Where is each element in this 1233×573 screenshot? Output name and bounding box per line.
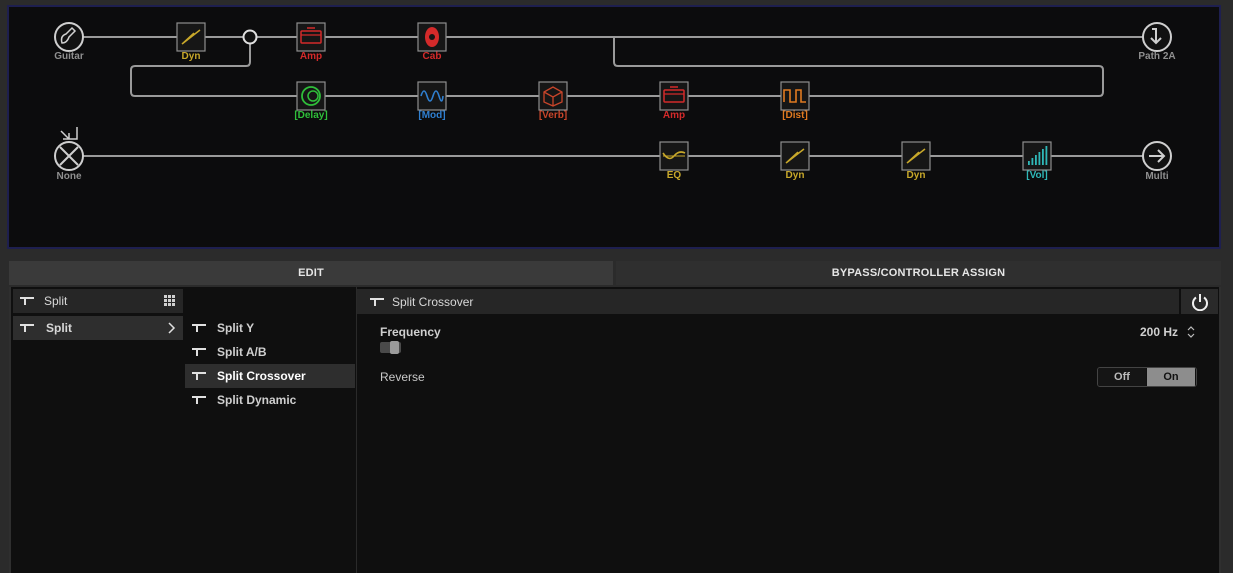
split-icon [20,297,34,305]
split-icon [192,372,206,380]
split-icon [370,298,384,306]
category-column: Split Split [13,289,183,573]
reverse-on-option[interactable]: On [1147,368,1195,386]
edit-tabs: EDIT BYPASS/CONTROLLER ASSIGN [9,261,1221,285]
output-multi-label: Multi [1145,171,1169,182]
block-label: Amp [299,51,323,62]
category-item-label: Split [46,321,72,335]
model-item-label: Split Y [217,321,255,335]
split-icon [192,396,206,404]
block-reverb[interactable] [538,81,568,111]
reverse-label: Reverse [380,370,425,384]
frequency-value[interactable]: 200 Hz [1140,325,1178,339]
block-amp[interactable] [659,81,689,111]
block-label: EQ [666,170,682,181]
power-button[interactable] [1181,289,1218,314]
signal-chain: Guitar Path 2A None Multi Dyn Amp Cab [Dela… [7,5,1221,249]
tab-bypass-controller-assign[interactable]: BYPASS/CONTROLLER ASSIGN [616,261,1221,285]
block-label: [Vol] [1026,170,1048,181]
reverse-toggle[interactable]: Off On [1097,367,1197,387]
model-item-label: Split Crossover [217,369,306,383]
block-dynamics[interactable] [901,141,931,171]
block-label: [Delay] [294,110,328,121]
model-list: Split Y Split A/B Split Crossover Split … [185,287,355,573]
signal-chain-graph [54,22,1172,171]
chevron-right-icon [168,322,176,334]
block-dynamics[interactable] [176,22,206,52]
block-label: Amp [662,110,686,121]
block-label: [Verb] [538,110,568,121]
category-header-label: Split [44,294,68,308]
output-multi[interactable] [1142,141,1172,171]
tab-edit[interactable]: EDIT [9,261,613,285]
block-delay[interactable] [296,81,326,111]
block-distortion[interactable] [780,81,810,111]
block-label: Dyn [906,170,926,181]
merge-arrow-icon [60,127,78,140]
edit-panel: Split Split Split Y Split A/B Split Cros… [9,287,1221,573]
input-guitar[interactable] [54,22,84,52]
input-none[interactable] [54,127,84,171]
model-item-split-y[interactable]: Split Y [185,316,355,340]
split-icon [192,348,206,356]
input-none-label: None [56,171,82,182]
stepper-icon[interactable] [1187,325,1195,339]
parameter-header: Split Crossover [357,289,1179,314]
model-item-split-ab[interactable]: Split A/B [185,340,355,364]
frequency-slider-knob[interactable] [390,341,399,354]
frequency-label: Frequency [380,325,441,339]
split-icon [192,324,206,332]
block-label: Dyn [785,170,805,181]
parameter-panel: Split Crossover Frequency 200 Hz Reverse… [356,287,1220,573]
reverse-off-option[interactable]: Off [1098,368,1146,386]
model-item-label: Split Dynamic [217,393,297,407]
block-eq[interactable] [659,141,689,171]
output-path-label: Path 2A [1138,51,1176,62]
output-path-2a[interactable] [1142,22,1172,52]
block-label: [Mod] [418,110,446,121]
block-dynamics[interactable] [780,141,810,171]
cab-icon [425,27,439,47]
block-label: [Dist] [782,110,808,121]
block-volume[interactable] [1022,141,1052,171]
power-icon [1192,294,1208,311]
input-guitar-label: Guitar [54,51,84,62]
block-mod[interactable] [417,81,447,111]
block-amp[interactable] [296,22,326,52]
split-icon [20,324,34,332]
split-node[interactable] [242,29,258,45]
category-item-split[interactable]: Split [13,316,183,340]
category-header[interactable]: Split [13,289,183,313]
parameter-title: Split Crossover [392,295,474,309]
model-item-split-dynamic[interactable]: Split Dynamic [185,388,355,412]
block-label: Dyn [181,51,201,62]
grid-icon[interactable] [164,295,176,307]
block-cab[interactable] [417,22,447,52]
model-item-split-crossover[interactable]: Split Crossover [185,364,355,388]
block-label: Cab [422,51,442,62]
model-item-label: Split A/B [217,345,267,359]
